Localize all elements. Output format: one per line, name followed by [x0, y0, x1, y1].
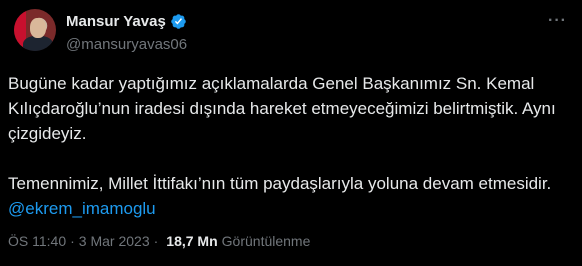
more-icon[interactable]: ··· [548, 12, 567, 30]
tweet-meta: ÖS 11:40 · 3 Mar 2023 · 18,7 Mn Görüntül… [8, 233, 310, 249]
author-handle[interactable]: @mansuryavas06 [66, 36, 187, 53]
verified-badge-icon [171, 14, 186, 29]
separator: · [153, 233, 159, 249]
author-name[interactable]: Mansur Yavaş [66, 13, 166, 30]
tweet-line: Bugüne kadar yaptığımız açıklamalarda Ge… [8, 74, 535, 93]
views-count: 18,7 Mn [166, 233, 218, 249]
avatar-face [30, 18, 46, 38]
tweet-line: Temennimiz, Millet İttifakı’nın tüm payd… [8, 174, 552, 193]
tweet-line: çizgideyiz. [8, 124, 87, 143]
tweet-date[interactable]: 3 Mar 2023 [79, 233, 150, 249]
avatar-suit [23, 36, 53, 51]
separator: · [70, 233, 75, 249]
tweet-card: Mansur Yavaş @mansuryavas06 ··· Bugüne k… [0, 0, 582, 266]
avatar[interactable] [14, 9, 56, 51]
views-label: Görüntülenme [221, 233, 311, 249]
mention-link[interactable]: @ekrem_imamoglu [8, 196, 574, 221]
tweet-time[interactable]: ÖS 11:40 [8, 233, 66, 249]
tweet-text: Bugüne kadar yaptığımız açıklamalarda Ge… [8, 71, 574, 221]
tweet-line: Kılıçdaroğlu’nun iradesi dışında hareket… [8, 99, 556, 118]
author-row: Mansur Yavaş [66, 13, 187, 30]
